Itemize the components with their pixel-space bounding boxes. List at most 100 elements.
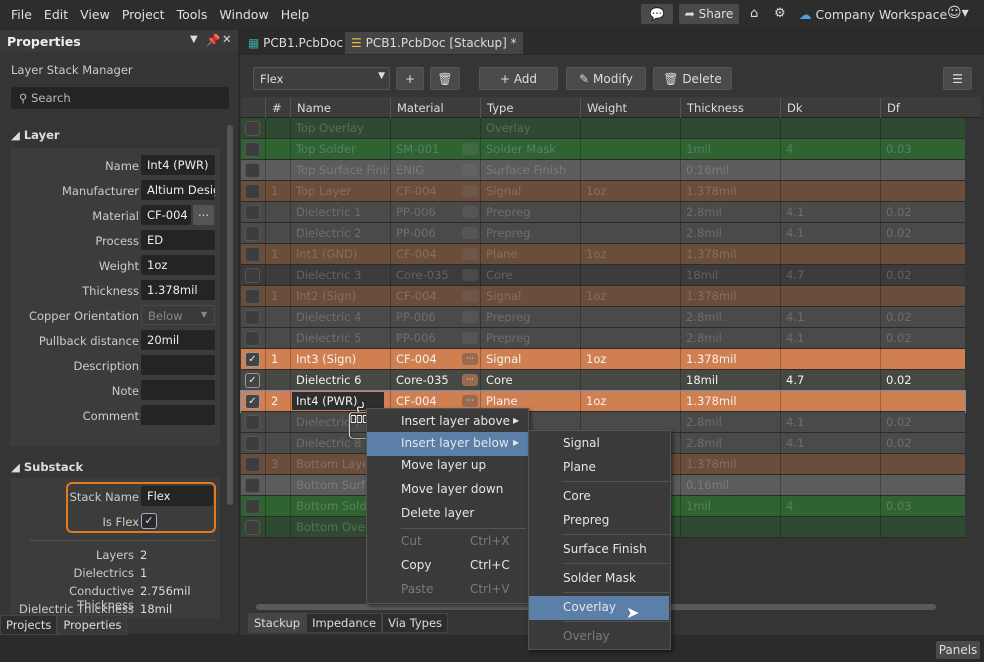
menu-project[interactable]: Project [122, 7, 165, 22]
view-tab-impedance[interactable]: Impedance [306, 613, 383, 633]
material-browse-button[interactable]: ··· [462, 185, 478, 197]
table-row[interactable]: Dielectric 1PP-006Prepreg2.8mil4.10.02··… [241, 202, 965, 223]
cell-name[interactable]: Top Overlay [296, 121, 388, 135]
column-header-weight[interactable]: Weight [580, 98, 680, 118]
view-tab-stackup[interactable]: Stackup [248, 613, 307, 633]
cell-name[interactable]: Dielectric 1 [296, 205, 388, 219]
submenu-item-prepreg[interactable]: Prepreg [529, 509, 669, 533]
view-tab-via-types[interactable]: Via Types [382, 613, 449, 633]
material-browse-button[interactable]: ··· [462, 395, 478, 407]
column-header-material[interactable]: Material [390, 98, 480, 118]
submenu-item-surface-finish[interactable]: Surface Finish [529, 538, 669, 562]
cell-name[interactable]: Int2 (Sign) [296, 289, 388, 303]
row-checkbox[interactable]: ✓ [245, 352, 260, 367]
cell-name[interactable]: Top Solder [296, 142, 388, 156]
menu-item-insert-layer-below[interactable]: Insert layer below ▸ [367, 432, 528, 456]
substack-section-header[interactable]: ◢ Substack [11, 460, 83, 474]
field-manufacturer[interactable]: Altium Desig [141, 180, 215, 200]
table-row[interactable]: Dielectric 3Core-035Core18mil4.70.02··· [241, 265, 965, 286]
cell-name[interactable]: Dielectric 4 [296, 310, 388, 324]
material-browse-button[interactable]: ··· [462, 374, 478, 386]
user-avatar-icon[interactable]: ☺▾ [947, 5, 969, 21]
table-row[interactable]: 1Top LayerCF-004Signal1oz1.378mil··· [241, 181, 965, 202]
row-checkbox[interactable] [245, 499, 260, 514]
material-browse-button[interactable]: ... [193, 205, 214, 225]
submenu-item-plane[interactable]: Plane [529, 456, 669, 480]
substack-select[interactable]: Flex ▼ [253, 67, 390, 90]
material-browse-button[interactable]: ··· [462, 332, 478, 344]
stack-name-input[interactable]: Flex [141, 486, 213, 506]
delete-button[interactable]: 🗑 Delete [653, 67, 732, 90]
table-row[interactable]: Top Surface FinishENIGSurface Finish0.16… [241, 160, 965, 181]
row-checkbox[interactable] [245, 457, 260, 472]
delete-substack-button[interactable]: 🗑 [430, 67, 460, 90]
scrollbar[interactable] [227, 125, 233, 505]
row-checkbox[interactable]: ✓ [245, 394, 260, 409]
row-checkbox[interactable] [245, 331, 260, 346]
layer-section-header[interactable]: ◢ Layer [11, 128, 60, 142]
table-row[interactable]: Dielectric 2PP-006Prepreg2.8mil4.10.02··… [241, 223, 965, 244]
submenu-item-coverlay[interactable]: Coverlay [529, 596, 669, 620]
column-header-name[interactable]: Name [290, 98, 390, 118]
menu-item-cut[interactable]: Cut Ctrl+X [367, 530, 528, 554]
modify-button[interactable]: ✎ Modify [566, 67, 646, 90]
menu-edit[interactable]: Edit [44, 7, 68, 22]
field-material[interactable]: CF-004 [141, 205, 191, 225]
material-browse-button[interactable]: ··· [462, 206, 478, 218]
row-checkbox[interactable] [245, 205, 260, 220]
share-button[interactable]: ➦ Share [679, 4, 739, 24]
menu-help[interactable]: Help [281, 7, 310, 22]
table-row[interactable]: ✓ Dielectric 6 Core-035 Core 18mil 4.7 0.02 ··· [241, 370, 965, 391]
close-icon[interactable]: ✕ [222, 32, 232, 46]
table-row[interactable]: Dielectric 5PP-006Prepreg2.8mil4.10.02··… [241, 328, 965, 349]
row-checkbox[interactable] [245, 268, 260, 283]
material-browse-button[interactable]: ··· [462, 164, 478, 176]
row-checkbox[interactable] [245, 520, 260, 535]
row-checkbox[interactable] [245, 226, 260, 241]
submenu-item-core[interactable]: Core [529, 485, 669, 509]
row-checkbox[interactable] [245, 478, 260, 493]
submenu-item-overlay[interactable]: Overlay [529, 625, 669, 649]
tab-stackup[interactable]: ☰ PCB1.PcbDoc [Stackup] * [345, 32, 523, 54]
column-header-number[interactable]: # [265, 98, 290, 118]
gear-icon[interactable]: ⚙ [774, 6, 786, 21]
menu-window[interactable]: Window [219, 7, 268, 22]
menu-tools[interactable]: Tools [177, 7, 208, 22]
field-note[interactable] [141, 380, 215, 400]
field-comment[interactable] [141, 405, 215, 425]
menu-item-paste[interactable]: Paste Ctrl+V [367, 578, 528, 602]
cell-name[interactable]: Dielectric 2 [296, 226, 388, 240]
field-process[interactable]: ED [141, 230, 215, 250]
column-header-dk[interactable]: Dk [780, 98, 880, 118]
material-browse-button[interactable]: ··· [462, 143, 478, 155]
add-button[interactable]: + Add [479, 67, 558, 90]
field-pullback-distance[interactable]: 20mil [141, 330, 215, 350]
table-row[interactable]: Top SolderSM-001Solder Mask1mil40.03··· [241, 139, 965, 160]
row-checkbox[interactable] [245, 247, 260, 262]
material-browse-button[interactable]: ··· [462, 248, 478, 260]
submenu-item-signal[interactable]: Signal [529, 432, 669, 456]
table-row[interactable]: 1Int2 (Sign)CF-004Signal1oz1.378mil··· [241, 286, 965, 307]
row-checkbox[interactable] [245, 142, 260, 157]
field-thickness[interactable]: 1.378mil [141, 280, 215, 300]
table-row[interactable]: Dielectric 4PP-006Prepreg2.8mil4.10.02··… [241, 307, 965, 328]
material-browse-button[interactable]: ··· [462, 311, 478, 323]
cell-name[interactable]: Dielectric 5 [296, 331, 388, 345]
feedback-icon[interactable]: 💬 [641, 4, 673, 24]
menu-view[interactable]: View [80, 7, 110, 22]
menu-item-move-layer-up[interactable]: Move layer up [367, 454, 528, 478]
menu-item-copy[interactable]: Copy Ctrl+C [367, 554, 528, 578]
material-browse-button[interactable]: ··· [462, 290, 478, 302]
is-flex-checkbox[interactable]: ✓ [141, 513, 157, 529]
panels-button[interactable]: Panels [936, 641, 980, 659]
submenu-item-solder-mask[interactable]: Solder Mask [529, 567, 669, 591]
field-weight[interactable]: 1oz [141, 255, 215, 275]
material-browse-button[interactable]: ··· [462, 227, 478, 239]
cell-name[interactable]: Dielectric 6 [296, 373, 388, 387]
field-description[interactable] [141, 355, 215, 375]
cell-name[interactable]: Dielectric 3 [296, 268, 388, 282]
table-row[interactable]: Top Overlay Overlay [241, 118, 965, 139]
row-checkbox[interactable] [245, 436, 260, 451]
panel-tab-properties[interactable]: Properties [57, 615, 128, 635]
row-checkbox[interactable] [245, 415, 260, 430]
